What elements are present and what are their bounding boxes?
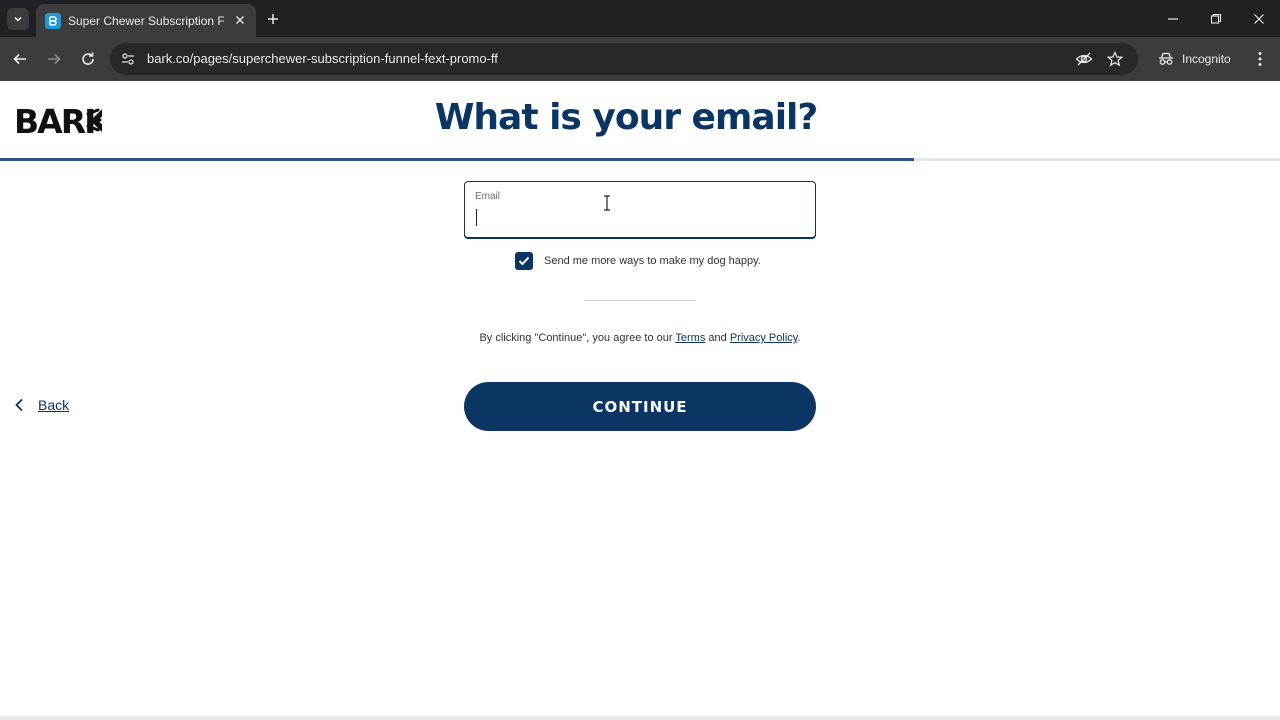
plus-icon bbox=[268, 14, 278, 24]
incognito-indicator[interactable]: Incognito bbox=[1148, 45, 1241, 73]
reload-button[interactable] bbox=[77, 48, 99, 70]
page-title: What is your email? bbox=[434, 97, 819, 138]
browser-toolbar: bark.co/pages/superchewer-subscription-f… bbox=[0, 37, 1280, 81]
chevron-down-icon bbox=[14, 16, 22, 22]
email-field-label: Email bbox=[475, 191, 501, 202]
bark-favicon-icon bbox=[45, 12, 61, 29]
checkmark-icon bbox=[518, 256, 530, 266]
tab-search-button[interactable] bbox=[7, 8, 29, 30]
bookmark-star-icon[interactable] bbox=[1106, 50, 1124, 68]
email-input[interactable] bbox=[475, 208, 805, 228]
page-content: BARK What is your email? Email Send me m… bbox=[0, 81, 1280, 720]
reload-icon bbox=[82, 52, 94, 65]
text-cursor-icon bbox=[602, 195, 612, 216]
legal-suffix: . bbox=[797, 332, 801, 344]
close-icon bbox=[236, 16, 244, 24]
legal-prefix: By clicking "Continue", you agree to our bbox=[479, 332, 676, 344]
window-close-button[interactable] bbox=[1248, 8, 1270, 30]
progress-bar-fill bbox=[0, 158, 914, 161]
arrow-left-icon bbox=[13, 53, 26, 65]
restore-icon bbox=[1210, 13, 1222, 24]
back-link[interactable]: Back bbox=[14, 397, 69, 413]
terms-link[interactable]: Terms bbox=[675, 332, 705, 344]
chevron-left-icon bbox=[15, 398, 23, 412]
browser-tab-active[interactable]: Super Chewer Subscription Funnel bbox=[36, 4, 256, 37]
optin-checkbox[interactable] bbox=[515, 252, 533, 270]
incognito-icon bbox=[1159, 52, 1173, 65]
section-divider bbox=[584, 300, 696, 301]
continue-button[interactable]: CONTINUE bbox=[464, 382, 816, 431]
new-tab-button[interactable] bbox=[264, 10, 282, 28]
browser-tab-strip: Super Chewer Subscription Funnel bbox=[0, 0, 1280, 37]
progress-bar bbox=[0, 158, 1280, 161]
kebab-menu-icon bbox=[1258, 52, 1262, 66]
url-text[interactable]: bark.co/pages/superchewer-subscription-f… bbox=[147, 51, 498, 66]
arrow-right-icon bbox=[48, 53, 61, 65]
site-settings-icon[interactable] bbox=[120, 51, 136, 67]
marketing-optin[interactable]: Send me more ways to make my dog happy. bbox=[515, 252, 761, 270]
browser-menu-button[interactable] bbox=[1250, 49, 1270, 69]
page-bottom-edge bbox=[0, 716, 1280, 720]
address-bar[interactable]: bark.co/pages/superchewer-subscription-f… bbox=[110, 43, 1138, 75]
eye-off-icon[interactable] bbox=[1075, 50, 1093, 68]
incognito-label: Incognito bbox=[1182, 52, 1231, 66]
optin-label: Send me more ways to make my dog happy. bbox=[544, 255, 761, 267]
minimize-button[interactable] bbox=[1162, 8, 1184, 30]
restore-button[interactable] bbox=[1205, 8, 1227, 30]
tab-close-button[interactable] bbox=[233, 13, 247, 27]
email-field[interactable]: Email bbox=[464, 181, 816, 238]
text-caret bbox=[476, 209, 477, 226]
privacy-policy-link[interactable]: Privacy Policy bbox=[730, 332, 798, 344]
legal-consent-text: By clicking "Continue", you agree to our… bbox=[0, 332, 1280, 344]
close-icon bbox=[1254, 14, 1264, 24]
tab-title: Super Chewer Subscription Funnel bbox=[68, 13, 224, 28]
legal-and: and bbox=[705, 332, 730, 344]
minimize-icon bbox=[1168, 18, 1178, 20]
back-nav-button[interactable] bbox=[9, 48, 31, 70]
forward-nav-button[interactable] bbox=[43, 48, 65, 70]
back-label: Back bbox=[38, 397, 70, 413]
